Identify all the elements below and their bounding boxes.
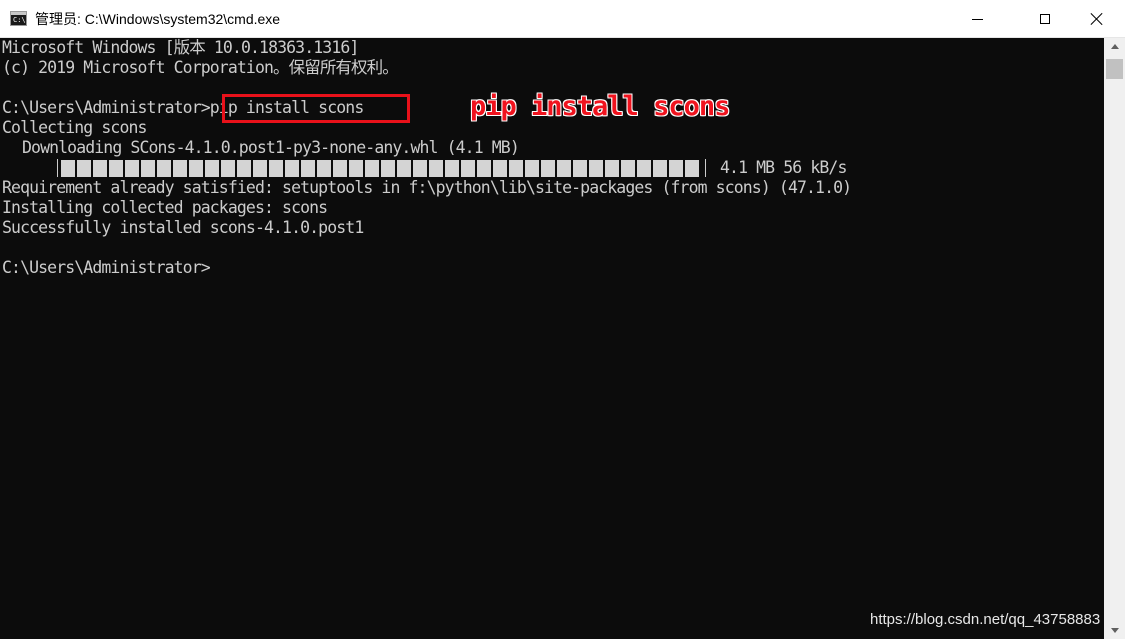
command-highlight-box <box>222 94 410 123</box>
progress-bar-left-edge <box>57 159 58 177</box>
arrow-down-icon <box>1110 628 1119 633</box>
cmd-window: C:\. 管理员: C:\Windows\system32\cmd.exe Mi… <box>0 0 1125 639</box>
console-line-success: Successfully installed scons-4.1.0.post1 <box>2 218 364 237</box>
progress-bar-track <box>61 160 701 177</box>
close-icon <box>1090 12 1104 26</box>
scroll-up-button[interactable] <box>1104 38 1125 55</box>
console-line-downloading: Downloading SCons-4.1.0.post1-py3-none-a… <box>22 138 520 157</box>
window-title: 管理员: C:\Windows\system32\cmd.exe <box>35 11 281 27</box>
minimize-button[interactable] <box>943 0 1011 38</box>
console-output[interactable]: Microsoft Windows [版本 10.0.18363.1316] (… <box>0 38 1104 639</box>
command-annotation: pip install scons <box>470 91 730 122</box>
cmd-icon[interactable]: C:\. <box>10 11 30 26</box>
progress-bar-fill <box>61 160 701 177</box>
console-line-collecting: Collecting scons <box>2 118 147 137</box>
scroll-down-button[interactable] <box>1104 622 1125 639</box>
vertical-scrollbar[interactable] <box>1104 38 1125 639</box>
title-bar[interactable]: C:\. 管理员: C:\Windows\system32\cmd.exe <box>0 0 1125 38</box>
watermark-text: https://blog.csdn.net/qq_43758883 <box>870 611 1101 628</box>
scroll-thumb[interactable] <box>1106 59 1123 79</box>
maximize-icon <box>1040 14 1050 24</box>
console-line-version: Microsoft Windows [版本 10.0.18363.1316] <box>2 38 359 57</box>
console-line-prompt: C:\Users\Administrator> <box>2 258 211 277</box>
progress-stats: 4.1 MB 56 kB/s <box>720 158 847 177</box>
close-button[interactable] <box>1069 0 1125 38</box>
cmd-icon-glyph: C:\. <box>13 16 30 24</box>
console-line-requirement: Requirement already satisfied: setuptool… <box>2 178 852 197</box>
cmd-icon-cap <box>11 12 26 15</box>
arrow-up-icon <box>1110 44 1119 49</box>
download-progress: 4.1 MB 56 kB/s <box>0 158 1104 178</box>
console-line-copyright: (c) 2019 Microsoft Corporation。保留所有权利。 <box>2 58 399 77</box>
minimize-icon <box>971 18 983 20</box>
progress-bar-right-edge <box>705 159 706 177</box>
console-line-installing: Installing collected packages: scons <box>2 198 328 217</box>
